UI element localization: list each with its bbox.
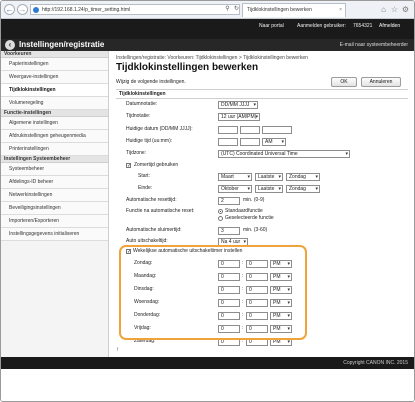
sidebar-item-printer[interactable]: Printerinstellingen — [1, 143, 108, 156]
page-subtitle: Wijzig de volgende instellingen. — [116, 79, 186, 85]
blank-area — [1, 369, 414, 401]
reset-default-label: Standaardfunctie — [225, 208, 263, 214]
url-text: http://192.168.1.24/p_timer_setting.html — [42, 7, 131, 13]
sidebar-item-network[interactable]: Netwerkinstellingen — [1, 189, 108, 202]
reset-selected-radio[interactable] — [218, 216, 223, 221]
reset-default-radio[interactable] — [218, 209, 223, 214]
star-icon[interactable]: ☆ — [390, 5, 399, 14]
sidebar-item-display[interactable]: Weergave-instellingen — [1, 71, 108, 84]
auto-reset-input[interactable]: 2 — [218, 197, 240, 205]
close-tab-icon[interactable]: × — [339, 4, 342, 17]
sidebar-item-volume[interactable]: Volumeregeling — [1, 97, 108, 110]
auto-reset-label: Automatische resettijd: — [126, 197, 177, 203]
breadcrumb: Instellingen/registratie: Voorkeuren: Ti… — [116, 55, 308, 61]
timezone-select[interactable]: (UTC) Coordinated Universal Time — [218, 150, 350, 158]
sidebar-section-functions: Functie-instellingen — [1, 110, 108, 117]
sidebar-item-security[interactable]: Beveiligingsinstellingen — [1, 202, 108, 215]
divider — [116, 89, 408, 90]
sidebar-section-preferences: Voorkeuren — [1, 51, 108, 58]
start-month-select[interactable]: Maart — [218, 173, 252, 181]
current-date-label: Huidige datum (DD/MM JJJJ): — [126, 126, 193, 132]
sidebar-item-paper[interactable]: Papierinstellingen — [1, 58, 108, 71]
user-id: 7654321 — [353, 23, 373, 29]
footer-bar: Copyright CANON INC. 2015 — [1, 357, 414, 369]
browser-logo-icon — [33, 7, 39, 13]
hour-input[interactable] — [218, 138, 238, 146]
sidebar-item-common[interactable]: Algemene instellingen — [1, 117, 108, 130]
login-user-label: Aanmelden gebruiker: — [297, 23, 346, 29]
refresh-icon[interactable]: ↻ — [232, 4, 241, 15]
home-icon[interactable]: ⌂ — [379, 5, 388, 14]
cancel-button[interactable]: Annuleren — [361, 77, 401, 87]
auto-reset-unit: min. (0-9) — [243, 197, 265, 203]
sidebar-item-memory-media[interactable]: Afdrukinstellingen geheugenmedia — [1, 130, 108, 143]
auto-sleep-label: Automatische sluimertijd: — [126, 227, 182, 233]
auto-sleep-unit: min. (3-60) — [243, 227, 268, 233]
copyright: Copyright CANON INC. 2015 — [343, 360, 408, 366]
day-input[interactable] — [218, 126, 238, 134]
start-label: Start: — [138, 173, 150, 179]
current-time-label: Huidige tijd (uu:mm): — [126, 138, 173, 144]
time-format-select[interactable]: 12 uur (AM/PM) — [218, 113, 260, 121]
minute-input[interactable] — [240, 138, 260, 146]
sidebar: Voorkeuren Papierinstellingen Weergave-i… — [1, 51, 109, 357]
browser-toolbar: ← → http://192.168.1.24/p_timer_setting.… — [1, 1, 414, 19]
gear-icon[interactable]: ⚙ — [401, 5, 410, 14]
browser-tab[interactable]: Tijdklokinstellingen bewerken × — [242, 3, 346, 17]
app-title-bar: ‹ Instellingen/registratie E-mail naar s… — [1, 39, 414, 51]
auto-sleep-input[interactable]: 3 — [218, 227, 240, 235]
highlight-frame — [119, 245, 307, 340]
date-format-select[interactable]: DD/MM JJJJ — [218, 101, 258, 109]
admin-mail-link[interactable]: E-mail naar systeembeheerder — [340, 41, 408, 49]
end-day-select[interactable]: Zondag — [286, 185, 320, 193]
url-field[interactable]: http://192.168.1.24/p_timer_setting.html — [30, 4, 240, 15]
browser-window: ← → http://192.168.1.24/p_timer_setting.… — [0, 0, 415, 402]
timezone-label: Tijdzone: — [126, 150, 147, 156]
sidebar-item-import-export[interactable]: Importeren/Exporteren — [1, 215, 108, 228]
divider — [116, 98, 408, 99]
sidebar-item-dept-id[interactable]: Afdelings-ID beheer — [1, 176, 108, 189]
portal-link[interactable]: Naar portal — [259, 23, 284, 29]
month-input[interactable] — [240, 126, 260, 134]
back-to-top-icon[interactable]: ↑ — [116, 347, 119, 354]
page-title: Tijdklokinstellingen bewerken — [116, 62, 259, 73]
ok-button[interactable]: OK — [331, 77, 357, 87]
search-icon[interactable]: ⚲ — [223, 4, 232, 15]
date-format-label: Datumnotatie: — [126, 101, 158, 107]
end-week-select[interactable]: Laatste — [255, 185, 283, 193]
header-bar: Naar portal Aanmelden gebruiker: 7654321… — [1, 19, 414, 39]
reset-selected-label: Geselecteerde functie — [225, 215, 274, 221]
app-title: Instellingen/registratie — [19, 40, 105, 49]
year-input[interactable] — [262, 126, 292, 134]
ampm-select[interactable]: AM — [262, 138, 286, 146]
start-week-select[interactable]: Laatste — [255, 173, 283, 181]
sidebar-section-system: Instellingen Systeembeheer — [1, 156, 108, 163]
end-month-select[interactable]: Oktober — [218, 185, 252, 193]
auto-shutdown-label: Auto uitschakeltijd: — [126, 238, 168, 244]
end-label: Einde: — [138, 185, 153, 191]
browser-tab-label: Tijdklokinstellingen bewerken — [247, 7, 312, 13]
back-arrow-icon[interactable]: ← — [4, 4, 15, 15]
sidebar-item-system-management[interactable]: Systeembeheer — [1, 163, 108, 176]
reset-function-label: Functie na automatische reset: — [126, 208, 195, 214]
summer-time-label: Zomertijd gebruiken — [134, 162, 179, 168]
start-day-select[interactable]: Zondag — [286, 173, 320, 181]
time-format-label: Tijdnotatie: — [126, 113, 151, 119]
logout-link[interactable]: Afmelden — [379, 23, 400, 29]
sidebar-item-initialize[interactable]: Instellingsgegevens initialiseren — [1, 228, 108, 241]
section-title: Tijdklokinstellingen — [119, 91, 166, 97]
summer-time-checkbox[interactable]: ✓ — [126, 163, 131, 169]
back-icon[interactable]: ‹ — [5, 40, 15, 50]
forward-arrow-icon[interactable]: → — [17, 4, 28, 15]
sidebar-item-timer[interactable]: Tijdklokinstellingen — [1, 84, 108, 97]
